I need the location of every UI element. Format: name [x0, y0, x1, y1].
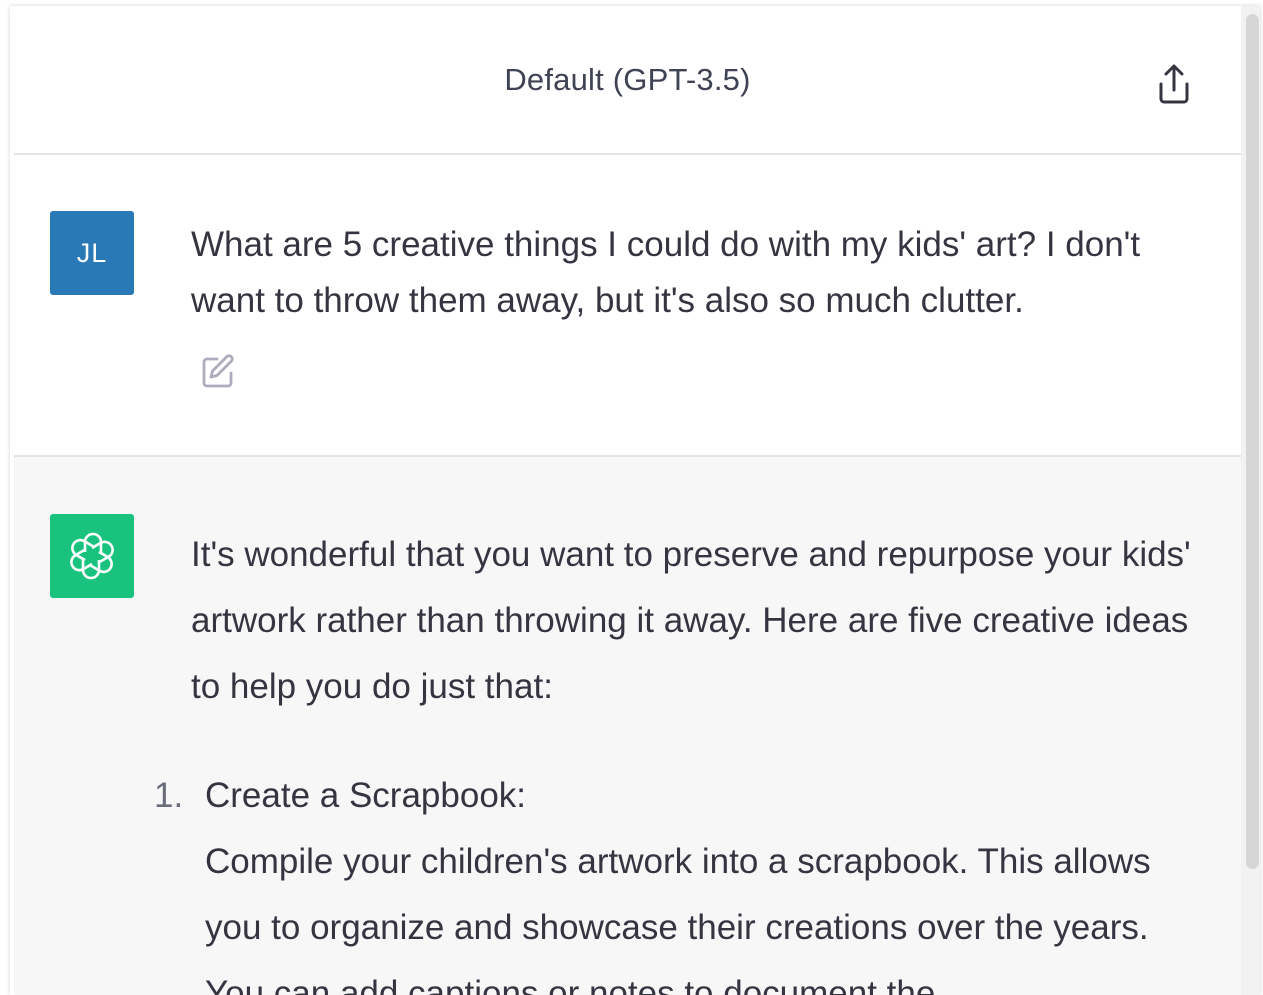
chat-header: Default (GPT-3.5) [14, 6, 1241, 155]
assistant-intro-text: It's wonderful that you want to preserve… [191, 535, 1191, 706]
user-avatar: JL [50, 211, 134, 295]
openai-logo-icon [70, 532, 114, 580]
edit-pencil-icon [202, 354, 234, 388]
assistant-avatar [50, 514, 134, 598]
model-title: Default (GPT-3.5) [504, 62, 751, 97]
user-message-text: What are 5 creative things I could do wi… [191, 225, 1141, 320]
conversation-panel: Default (GPT-3.5) JL What are 5 creative… [14, 6, 1241, 995]
list-item-title: Create a Scrapbook: [205, 776, 527, 815]
edit-message-button[interactable] [199, 353, 237, 391]
assistant-message: It's wonderful that you want to preserve… [14, 457, 1241, 995]
scrollbar-thumb[interactable] [1246, 14, 1259, 869]
chat-window: Default (GPT-3.5) JL What are 5 creative… [10, 6, 1260, 995]
share-upload-icon [1159, 64, 1189, 104]
user-message: JL What are 5 creative things I could do… [14, 155, 1241, 457]
scrollbar[interactable] [1241, 6, 1260, 995]
share-button[interactable] [1154, 62, 1194, 106]
list-item-content: Create a Scrapbook: Compile your childre… [205, 763, 1205, 995]
list-item-body: Compile your children's artwork into a s… [205, 842, 1151, 995]
list-item-number: 1. [154, 776, 184, 815]
